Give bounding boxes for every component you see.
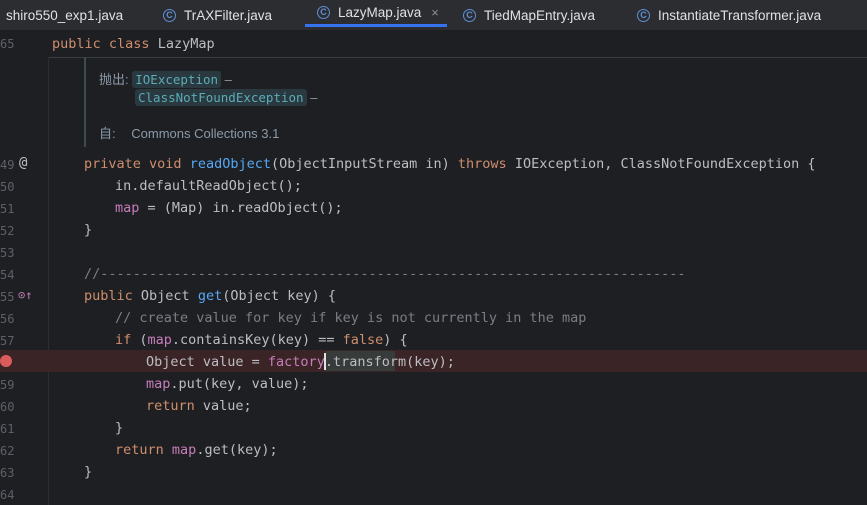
- javadoc-throws-2: ClassNotFoundException –: [135, 89, 317, 106]
- tab-traxfilter[interactable]: C TrAXFilter.java: [163, 0, 272, 30]
- line-number: 57: [0, 334, 15, 348]
- line-number: 56: [0, 312, 15, 326]
- code-line-50[interactable]: in.defaultReadObject();: [115, 175, 302, 197]
- gutter-divider: [48, 57, 49, 505]
- javadoc-border: [84, 57, 86, 147]
- code-line-62[interactable]: return map.get(key);: [115, 439, 278, 461]
- code-line-61[interactable]: }: [115, 417, 123, 439]
- code-line-51[interactable]: map = (Map) in.readObject();: [115, 197, 343, 219]
- code-line-59[interactable]: map.put(key, value);: [146, 373, 309, 395]
- tab-tiedmapentry[interactable]: C TiedMapEntry.java: [463, 0, 595, 30]
- javadoc-throws: 抛出: IOException –: [99, 71, 232, 88]
- line-number: 65: [0, 37, 15, 51]
- override-marker-icon[interactable]: @: [19, 155, 27, 171]
- code-line-55[interactable]: public Object get(Object key) {: [84, 285, 336, 307]
- tab-instantiatetransformer[interactable]: C InstantiateTransformer.java: [637, 0, 821, 30]
- line-number: 59: [0, 378, 15, 392]
- line-number: 50: [0, 180, 15, 194]
- code-line-60[interactable]: return value;: [146, 395, 252, 417]
- class-icon: C: [163, 8, 176, 22]
- line-number: 64: [0, 488, 15, 502]
- line-number: 51: [0, 202, 15, 216]
- tab-shiro550-exp1[interactable]: shiro550_exp1.java: [6, 0, 123, 30]
- text-cursor: [324, 353, 326, 370]
- breakpoint-icon[interactable]: [0, 355, 12, 367]
- code-line-56[interactable]: // create value for key if key is not cu…: [115, 307, 586, 329]
- line-number: 63: [0, 466, 15, 480]
- line-number: 62: [0, 444, 15, 458]
- line-number: 49: [0, 158, 15, 172]
- line-number: 55: [0, 290, 15, 304]
- tab-lazymap[interactable]: C LazyMap.java ×: [305, 0, 447, 27]
- javadoc-link-classnotfoundexception[interactable]: ClassNotFoundException: [135, 89, 307, 106]
- code-line-57[interactable]: if (map.containsKey(key) == false) {: [115, 329, 408, 351]
- line-number: 60: [0, 400, 15, 414]
- class-icon: C: [463, 8, 476, 22]
- close-icon[interactable]: ×: [431, 5, 439, 20]
- code-line-52[interactable]: }: [84, 219, 92, 241]
- code-line-58[interactable]: Object value = factory.transform(key);: [146, 351, 455, 373]
- sticky-class-declaration: public class LazyMap: [52, 36, 215, 52]
- line-number: 52: [0, 224, 15, 238]
- code-line-63[interactable]: }: [84, 461, 92, 483]
- implements-marker-icon[interactable]: ⊙↑: [18, 288, 32, 302]
- javadoc-since: 自: Commons Collections 3.1: [99, 126, 280, 141]
- class-icon: C: [317, 5, 330, 19]
- line-number: 53: [0, 246, 15, 260]
- javadoc-link-ioexception[interactable]: IOException: [132, 71, 222, 88]
- class-icon: C: [637, 8, 650, 22]
- line-number: 54: [0, 268, 15, 282]
- code-line-54[interactable]: //--------------------------------------…: [84, 263, 685, 285]
- code-line-49[interactable]: private void readObject(ObjectInputStrea…: [84, 153, 816, 175]
- line-number: 61: [0, 422, 15, 436]
- sticky-class-header[interactable]: 65 public class LazyMap: [0, 31, 867, 58]
- editor-tab-bar: shiro550_exp1.java C TrAXFilter.java C L…: [0, 0, 867, 31]
